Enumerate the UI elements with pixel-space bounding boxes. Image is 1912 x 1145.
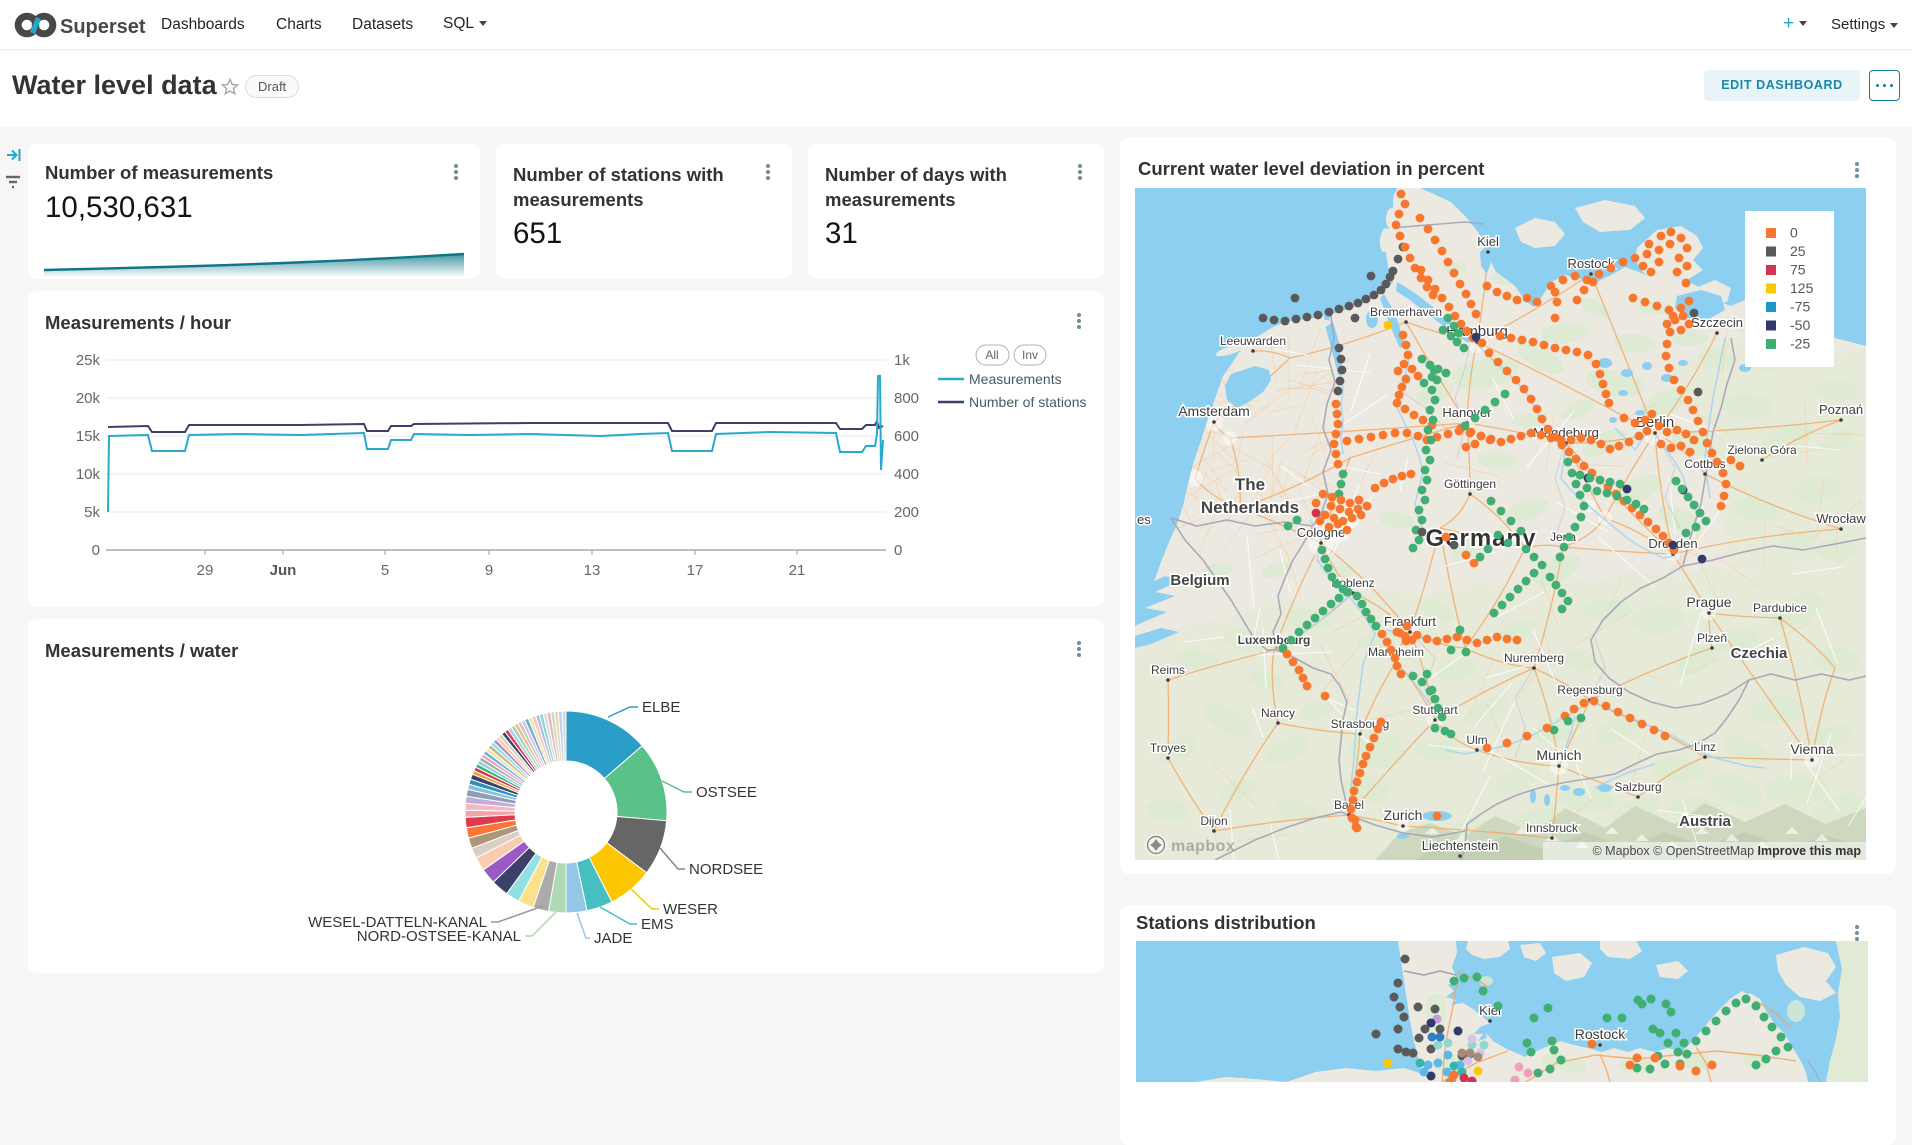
svg-text:Inv: Inv (1022, 348, 1038, 362)
svg-text:Prague: Prague (1686, 594, 1731, 610)
svg-text:Munich: Munich (1536, 747, 1581, 763)
svg-text:Wrocław: Wrocław (1816, 511, 1866, 526)
svg-text:Czechia: Czechia (1731, 645, 1788, 662)
svg-text:Superset: Superset (60, 16, 146, 38)
svg-text:Netherlands: Netherlands (1201, 498, 1299, 517)
svg-text:All: All (985, 348, 998, 362)
svg-text:Number of stations: Number of stations (969, 394, 1087, 410)
svg-text:600: 600 (894, 428, 919, 445)
svg-text:WESEL-DATTELN-KANAL: WESEL-DATTELN-KANAL (308, 914, 487, 931)
svg-text:Rostock: Rostock (1575, 1026, 1627, 1042)
svg-text:21: 21 (789, 562, 806, 579)
svg-text:Kiel: Kiel (1477, 234, 1499, 249)
svg-text:800: 800 (894, 390, 919, 407)
svg-text:Reims: Reims (1151, 663, 1185, 677)
svg-text:Leeuwarden: Leeuwarden (1220, 334, 1286, 348)
svg-text:es: es (1137, 512, 1151, 527)
svg-text:Nancy: Nancy (1261, 706, 1295, 720)
svg-text:15k: 15k (76, 428, 101, 445)
svg-text:Regensburg: Regensburg (1557, 683, 1622, 697)
svg-text:Belgium: Belgium (1170, 572, 1229, 589)
svg-text:Poznań: Poznań (1819, 402, 1863, 417)
svg-text:mapbox: mapbox (1171, 838, 1235, 855)
svg-text:Zurich: Zurich (1384, 807, 1423, 823)
svg-text:OSTSEE: OSTSEE (696, 784, 757, 801)
svg-text:29: 29 (197, 562, 214, 579)
svg-text:Bremerhaven: Bremerhaven (1370, 305, 1442, 319)
svg-text:-25: -25 (1790, 336, 1810, 352)
svg-text:Szczecin: Szczecin (1691, 315, 1743, 330)
svg-text:0: 0 (92, 542, 100, 559)
svg-text:NORDSEE: NORDSEE (689, 861, 763, 878)
svg-text:125: 125 (1790, 280, 1814, 296)
svg-text:Nuremberg: Nuremberg (1504, 651, 1564, 665)
svg-text:-75: -75 (1790, 299, 1810, 315)
svg-text:0: 0 (894, 542, 902, 559)
svg-text:17: 17 (687, 562, 704, 579)
svg-text:20k: 20k (76, 390, 101, 407)
svg-text:Innsbruck: Innsbruck (1526, 821, 1579, 835)
svg-text:Göttingen: Göttingen (1444, 477, 1496, 491)
svg-text:ELBE: ELBE (642, 699, 680, 716)
svg-text:5k: 5k (84, 504, 100, 521)
svg-text:JADE: JADE (594, 930, 632, 947)
svg-text:0: 0 (1790, 225, 1798, 241)
svg-text:25k: 25k (76, 352, 101, 369)
svg-text:25: 25 (1790, 243, 1806, 259)
svg-text:9: 9 (485, 562, 493, 579)
svg-text:EMS: EMS (641, 916, 674, 933)
svg-text:Plzeň: Plzeň (1697, 631, 1727, 645)
svg-text:Pardubice: Pardubice (1753, 601, 1807, 615)
svg-text:Amsterdam: Amsterdam (1178, 403, 1250, 419)
svg-text:Measurements: Measurements (969, 371, 1062, 387)
svg-text:13: 13 (584, 562, 601, 579)
svg-text:Dijon: Dijon (1200, 814, 1227, 828)
svg-text:-50: -50 (1790, 317, 1810, 333)
svg-text:Linz: Linz (1694, 740, 1716, 754)
svg-text:Liechtenstein: Liechtenstein (1422, 838, 1499, 853)
svg-text:© Mapbox © OpenStreetMap Impro: © Mapbox © OpenStreetMap Improve this ma… (1592, 844, 1861, 858)
svg-text:400: 400 (894, 466, 919, 483)
svg-text:Vienna: Vienna (1790, 741, 1834, 757)
svg-text:Salzburg: Salzburg (1614, 780, 1661, 794)
svg-text:75: 75 (1790, 262, 1806, 278)
svg-text:Troyes: Troyes (1150, 741, 1186, 755)
svg-text:200: 200 (894, 504, 919, 521)
svg-text:Zielona Góra: Zielona Góra (1727, 443, 1797, 457)
svg-text:5: 5 (381, 562, 389, 579)
svg-text:Jun: Jun (270, 562, 297, 579)
svg-text:1k: 1k (894, 352, 910, 369)
svg-text:Austria: Austria (1679, 813, 1731, 830)
svg-text:10k: 10k (76, 466, 101, 483)
svg-text:The: The (1235, 475, 1265, 494)
